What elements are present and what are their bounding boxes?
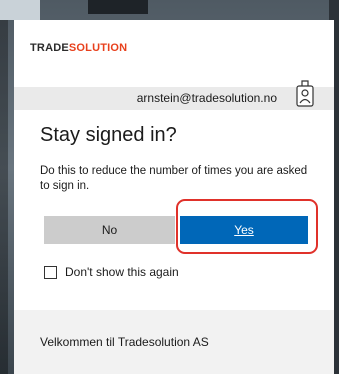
dialog-description: Do this to reduce the number of times yo… [40,165,308,192]
background-shape [0,0,40,20]
account-email: arnstein@tradesolution.no [136,91,277,105]
yes-button[interactable]: Yes [180,216,308,244]
logo-text-part2: SOLUTION [68,42,128,54]
background-shape [88,0,148,14]
badge-icon [296,80,314,107]
company-logo: TRADESOLUTION [30,42,127,54]
no-button[interactable]: No [44,216,175,244]
dont-show-again-row[interactable]: Don't show this again [44,265,179,279]
logo-text-part1: TRADE [30,42,69,54]
dont-show-again-checkbox[interactable] [44,265,57,279]
dialog-title: Stay signed in? [40,124,177,146]
dont-show-again-label[interactable]: Don't show this again [65,265,179,279]
footer-text: Velkommen til Tradesolution AS [40,335,209,349]
account-bar: arnstein@tradesolution.no [14,87,334,110]
footer: Velkommen til Tradesolution AS [14,310,334,374]
